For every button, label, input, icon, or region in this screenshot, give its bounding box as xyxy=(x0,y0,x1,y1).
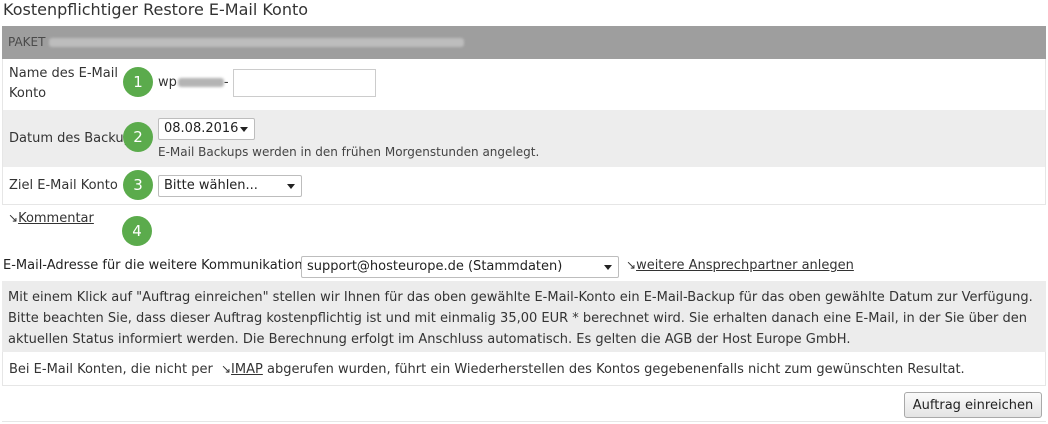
chevron-down-icon xyxy=(604,265,612,270)
backup-date-select[interactable]: 08.08.2016 xyxy=(158,118,255,140)
chevron-down-icon xyxy=(287,184,295,189)
arrow-down-right-icon: ↘ xyxy=(8,211,19,225)
backup-date-hint: E-Mail Backups werden in den frühen Morg… xyxy=(158,145,540,159)
contact-email-select[interactable]: support@hosteurope.de (Stammdaten) xyxy=(301,256,619,278)
arrow-down-right-icon: ↘ xyxy=(626,258,637,272)
email-account-name-input[interactable] xyxy=(233,69,376,97)
contact-email-label: E-Mail-Adresse für die weitere Kommunika… xyxy=(3,258,307,273)
comment-link[interactable]: Kommentar xyxy=(18,211,94,226)
target-account-row: Ziel E-Mail Konto 3 Bitte wählen... xyxy=(2,167,1046,205)
step-2-badge: 2 xyxy=(123,122,153,152)
backup-date-label: Datum des Backup xyxy=(9,131,132,146)
contact-email-value: support@hosteurope.de (Stammdaten) xyxy=(307,259,563,274)
step-3-badge: 3 xyxy=(123,170,153,200)
account-separator: - xyxy=(223,75,229,90)
submit-order-button[interactable]: Auftrag einreichen xyxy=(904,392,1042,418)
backup-date-value: 08.08.2016 xyxy=(164,121,239,136)
paket-label: PAKET xyxy=(8,35,46,49)
email-account-name-label: Name des E-Mail Konto xyxy=(9,66,118,101)
step-1-badge: 1 xyxy=(123,67,153,97)
divider xyxy=(2,421,1046,422)
target-account-select[interactable]: Bitte wählen... xyxy=(158,175,302,197)
target-account-value: Bitte wählen... xyxy=(164,178,258,193)
comment-toggle[interactable]: ↘Kommentar xyxy=(8,211,94,226)
add-contact-link[interactable]: weitere Ansprechpartner anlegen xyxy=(636,258,854,273)
order-info-text: Mit einem Klick auf "Auftrag einreichen"… xyxy=(8,290,1033,347)
imap-note: Bei E-Mail Konten, die nicht per ↘IMAP a… xyxy=(2,352,1046,386)
order-info-box: Mit einem Klick auf "Auftrag einreichen"… xyxy=(2,281,1046,352)
target-account-label: Ziel E-Mail Konto xyxy=(9,178,118,193)
add-contact-link-wrap[interactable]: ↘weitere Ansprechpartner anlegen xyxy=(626,258,854,273)
chevron-down-icon xyxy=(240,127,248,132)
imap-note-before: Bei E-Mail Konten, die nicht per xyxy=(9,362,213,377)
imap-note-after: abgerufen wurden, führt ein Wiederherste… xyxy=(266,362,965,377)
page-title: Kostenpflichtiger Restore E-Mail Konto xyxy=(3,0,309,19)
backup-date-row: Datum des Backup 2 08.08.2016 E-Mail Bac… xyxy=(2,110,1046,167)
account-prefix: wp - xyxy=(158,75,229,90)
redacted-paket-name xyxy=(49,38,465,47)
email-account-name-row: Name des E-Mail Konto 1 wp - xyxy=(2,59,1046,110)
arrow-down-right-icon: ↘ xyxy=(220,362,232,376)
account-prefix-text: wp xyxy=(158,75,177,90)
paket-header: PAKET xyxy=(2,26,1046,59)
imap-link[interactable]: IMAP xyxy=(231,362,263,377)
step-4-badge: 4 xyxy=(122,216,152,246)
redacted-account-id xyxy=(177,78,224,87)
